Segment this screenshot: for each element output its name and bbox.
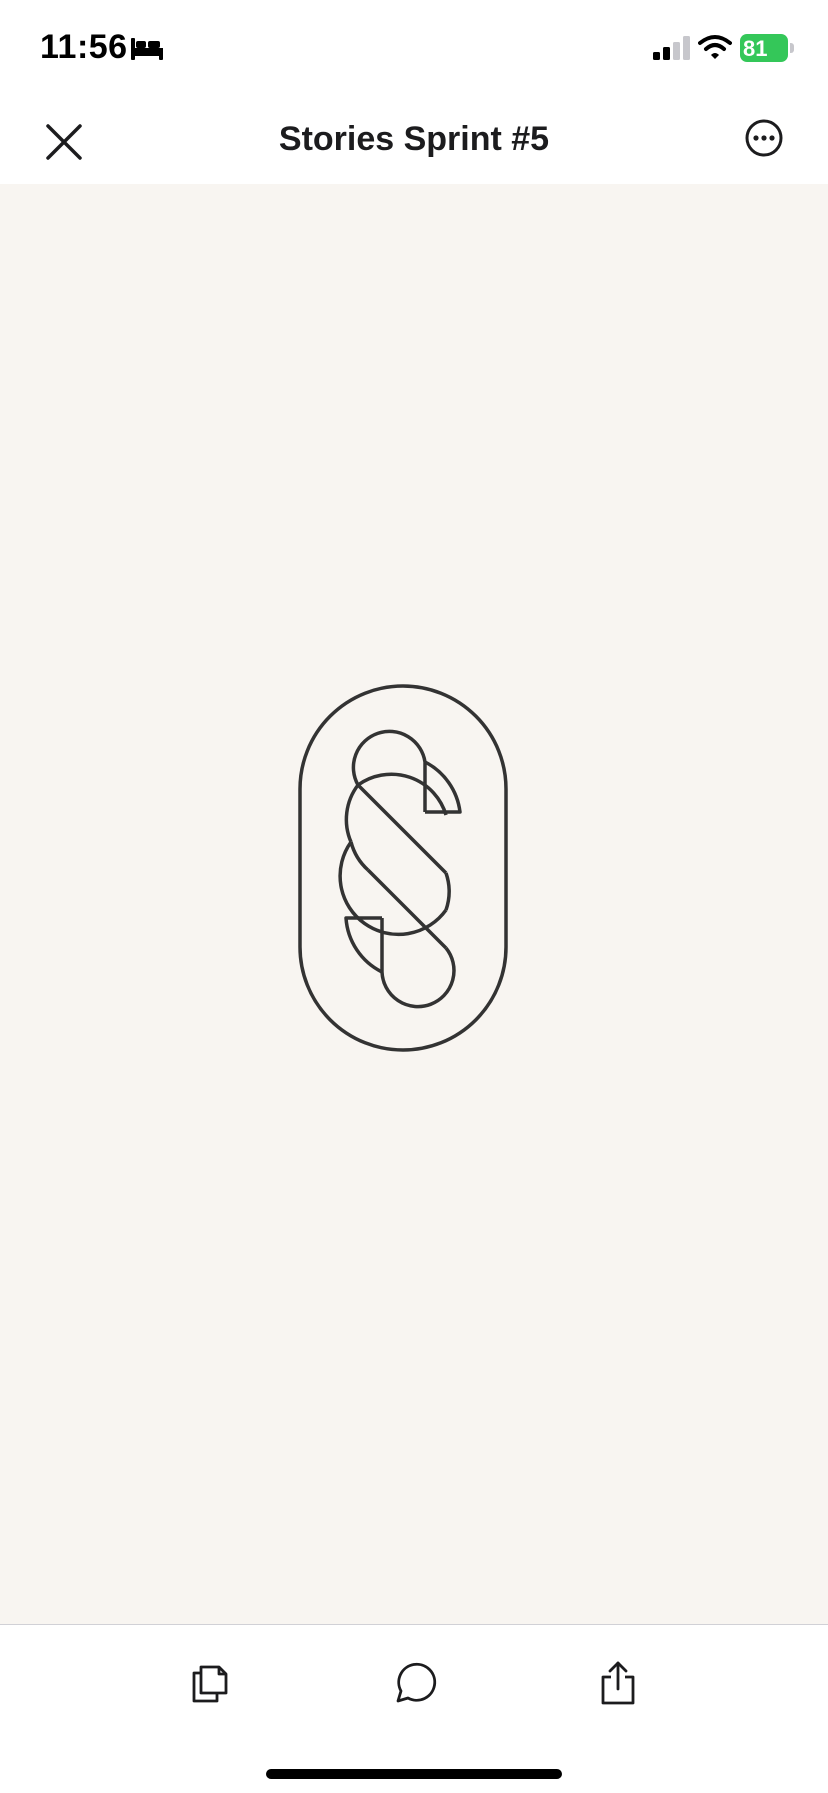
share-icon [601,1661,635,1705]
bottom-toolbar [0,1624,828,1793]
comment-button[interactable] [390,1659,438,1707]
status-time: 11:56 [40,28,128,66]
home-indicator[interactable] [266,1769,562,1779]
status-bar: 11:56 81 [0,0,828,90]
share-button[interactable] [594,1659,642,1707]
wifi-icon [698,35,732,59]
copy-icon [192,1665,228,1703]
copy-button[interactable] [186,1659,234,1707]
battery-cap [790,43,794,53]
more-options-icon [745,119,783,157]
signal-icon [653,36,690,60]
page-title: Stories Sprint #5 [278,120,550,158]
story-canvas [0,184,828,1624]
sleep-icon [131,38,163,60]
comment-icon [396,1662,437,1703]
nav-bar: Stories Sprint #5 [0,90,828,184]
battery-level: 81 [743,36,768,61]
stories-logo-icon [298,684,508,1052]
battery-icon: 81 [740,34,794,62]
more-options-button[interactable] [740,114,788,162]
